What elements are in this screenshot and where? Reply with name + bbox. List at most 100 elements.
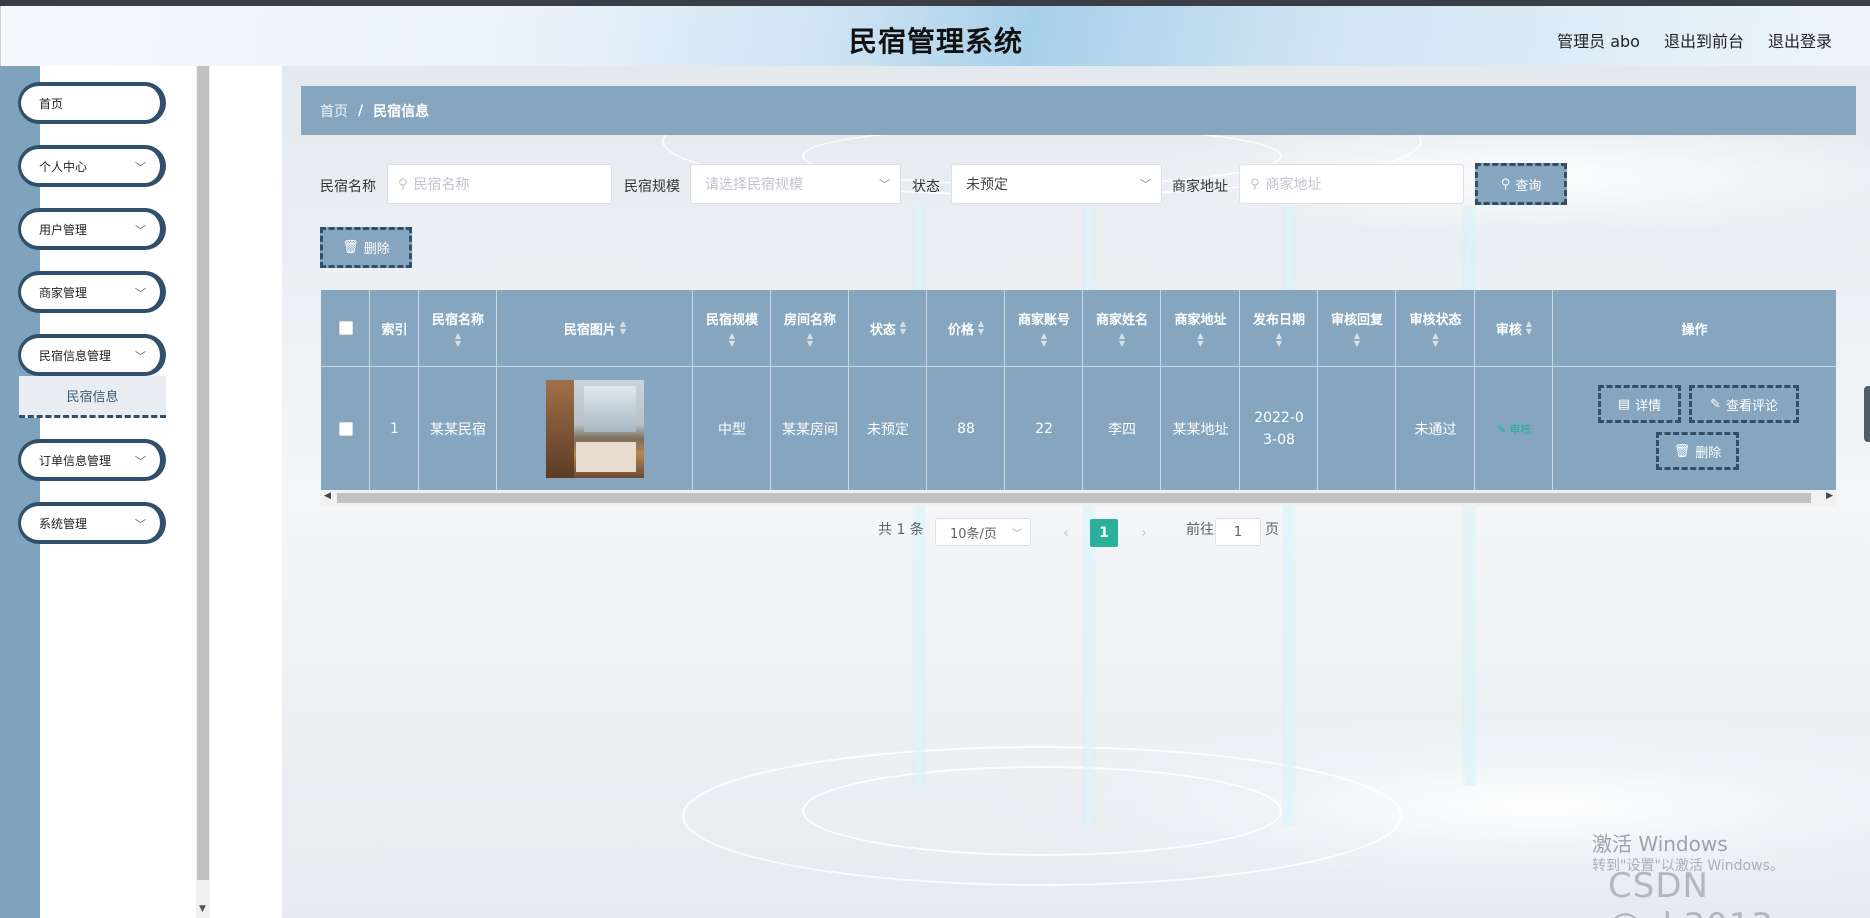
sidebar-scrollbar[interactable]: ▼: [196, 66, 210, 918]
sort-icon[interactable]: ▲ ▼: [620, 320, 626, 336]
trash-icon: 🗑: [342, 240, 359, 255]
search-button[interactable]: ⚲ 查询: [1475, 163, 1567, 205]
th-price[interactable]: 价格 ▲ ▼: [927, 290, 1005, 366]
th-reply[interactable]: 审核回复 ▲ ▼: [1318, 290, 1396, 366]
page-number-current[interactable]: 1: [1090, 519, 1118, 547]
th-date[interactable]: 发布日期 ▲ ▼: [1240, 290, 1318, 366]
th-label: 审核状态: [1409, 312, 1462, 328]
sort-icon[interactable]: ▲ ▼: [1432, 331, 1438, 348]
detail-button-label: 详情: [1635, 398, 1662, 414]
sidebar-item-label: 系统管理: [39, 516, 88, 531]
chevron-down-icon: ﹀: [135, 161, 146, 174]
status-select[interactable]: 未预定 ﹀: [951, 164, 1162, 204]
th-audit[interactable]: 审核 ▲ ▼: [1475, 290, 1553, 366]
scroll-left-arrow-icon[interactable]: ◀: [324, 491, 331, 501]
admin-user-link[interactable]: 管理员 abo: [1557, 28, 1640, 52]
th-name[interactable]: 民宿名称 ▲ ▼: [419, 290, 497, 366]
th-image[interactable]: 民宿图片 ▲ ▼: [497, 290, 693, 366]
side-handle[interactable]: [1864, 386, 1870, 442]
th-label: 状态: [869, 322, 896, 338]
scale-select[interactable]: 请选择民宿规模 ﹀: [690, 164, 901, 204]
search-icon: ⚲: [398, 176, 408, 192]
th-account[interactable]: 商家账号 ▲ ▼: [1005, 290, 1083, 366]
sort-icon[interactable]: ▲ ▼: [1276, 331, 1282, 348]
sort-icon[interactable]: ▲ ▼: [900, 320, 906, 336]
th-room[interactable]: 房间名称 ▲ ▼: [771, 290, 849, 366]
goto-label: 前往: [1186, 522, 1214, 538]
th-label: 价格: [947, 322, 974, 338]
sidebar-item-label: 订单信息管理: [39, 453, 112, 468]
sidebar-scroll-thumb[interactable]: [197, 66, 209, 880]
cell-reply: [1318, 367, 1396, 490]
scroll-down-arrow-icon[interactable]: ▼: [199, 904, 206, 914]
sidebar-item-merchant-management[interactable]: 商家管理 ﹀: [18, 271, 166, 313]
sidebar-item-order-management[interactable]: 订单信息管理 ﹀: [18, 439, 166, 481]
goto-page-input[interactable]: 1: [1215, 518, 1261, 546]
name-search-input[interactable]: ⚲ 民宿名称: [387, 164, 612, 204]
row-delete-label: 删除: [1695, 445, 1722, 461]
prev-page-button[interactable]: ‹: [1052, 519, 1080, 547]
th-label: 民宿名称: [431, 312, 484, 328]
sidebar-item-personal-center[interactable]: 个人中心 ﹀: [18, 145, 166, 187]
sort-icon[interactable]: ▲ ▼: [729, 331, 735, 348]
sidebar-item-label: 用户管理: [39, 222, 88, 237]
photo-bed: [576, 441, 636, 472]
chevron-down-icon: ﹀: [135, 350, 146, 363]
view-comments-label: 查看评论: [1725, 398, 1778, 414]
sort-icon[interactable]: ▲ ▼: [1526, 320, 1532, 336]
cell-audit: ✎ 审核: [1475, 367, 1553, 490]
next-page-button[interactable]: ›: [1130, 519, 1158, 547]
th-index: 索引: [370, 290, 419, 366]
sidebar-item-label: 首页: [39, 96, 64, 111]
row-checkbox[interactable]: [338, 421, 353, 436]
sidebar-gap: [210, 66, 282, 918]
cell-name: 某某民宿: [430, 421, 486, 438]
th-address[interactable]: 商家地址 ▲ ▼: [1161, 290, 1240, 366]
page-size-select[interactable]: 10条/页 ﹀: [935, 518, 1031, 546]
sort-icon[interactable]: ▲ ▼: [978, 320, 984, 336]
cell-address: 某某地址: [1172, 421, 1229, 438]
name-search-placeholder: 民宿名称: [413, 177, 470, 193]
detail-button[interactable]: ▤ 详情: [1598, 385, 1681, 423]
view-comments-button[interactable]: ✎ 查看评论: [1689, 385, 1799, 423]
cell-image: [497, 367, 693, 490]
sort-icon[interactable]: ▲ ▼: [807, 331, 813, 348]
sidebar-item-homestay-info-management[interactable]: 民宿信息管理 ﹀: [18, 334, 166, 376]
audit-link[interactable]: ✎ 审核: [1497, 421, 1532, 437]
cell-date: 2022-03-08: [1254, 409, 1304, 448]
sort-icon[interactable]: ▲ ▼: [1119, 331, 1125, 348]
th-audit-status[interactable]: 审核状态 ▲ ▼: [1396, 290, 1475, 366]
decor-ring: [802, 766, 1282, 856]
scroll-right-arrow-icon[interactable]: ▶: [1826, 491, 1833, 501]
edit-icon: ✎: [1710, 396, 1721, 412]
exit-to-front-link[interactable]: 退出到前台: [1664, 28, 1744, 52]
header-links: 管理员 abo 退出到前台 退出登录: [1557, 28, 1832, 52]
app-header: 民宿管理系统 管理员 abo 退出到前台 退出登录: [0, 6, 1870, 66]
sidebar-item-home[interactable]: 首页: [18, 82, 166, 124]
logout-link[interactable]: 退出登录: [1768, 28, 1832, 52]
th-status[interactable]: 状态 ▲ ▼: [849, 290, 927, 366]
row-delete-button[interactable]: 🗑 删除: [1656, 432, 1739, 470]
filter-address-label: 商家地址: [1172, 179, 1228, 195]
sort-icon[interactable]: ▲ ▼: [1354, 331, 1360, 348]
sidebar-item-user-management[interactable]: 用户管理 ﹀: [18, 208, 166, 250]
sort-icon[interactable]: ▲ ▼: [1041, 331, 1047, 348]
th-merchant-name[interactable]: 商家姓名 ▲ ▼: [1083, 290, 1161, 366]
chevron-down-icon: ﹀: [879, 178, 890, 191]
table-horizontal-scrollbar[interactable]: ◀ ▶: [321, 490, 1836, 506]
breadcrumb-home[interactable]: 首页: [320, 101, 348, 121]
select-all-checkbox[interactable]: [338, 321, 353, 335]
filter-name-label: 民宿名称: [320, 179, 376, 195]
th-scale[interactable]: 民宿规模 ▲ ▼: [693, 290, 771, 366]
cell-price: 88: [957, 420, 975, 437]
filter-status-label: 状态: [912, 179, 940, 195]
batch-delete-button[interactable]: 🗑 删除: [320, 227, 412, 268]
sidebar-subitem-homestay-info[interactable]: 民宿信息: [19, 376, 166, 418]
sort-icon[interactable]: ▲ ▼: [1197, 331, 1203, 348]
table-scroll-thumb[interactable]: [337, 493, 1811, 503]
sidebar-item-system-management[interactable]: 系统管理 ﹀: [18, 502, 166, 544]
address-search-input[interactable]: ⚲ 商家地址: [1239, 164, 1464, 204]
homestay-photo[interactable]: [546, 379, 644, 478]
cell-audit-status: 未通过: [1414, 421, 1457, 438]
sort-icon[interactable]: ▲ ▼: [455, 331, 461, 348]
